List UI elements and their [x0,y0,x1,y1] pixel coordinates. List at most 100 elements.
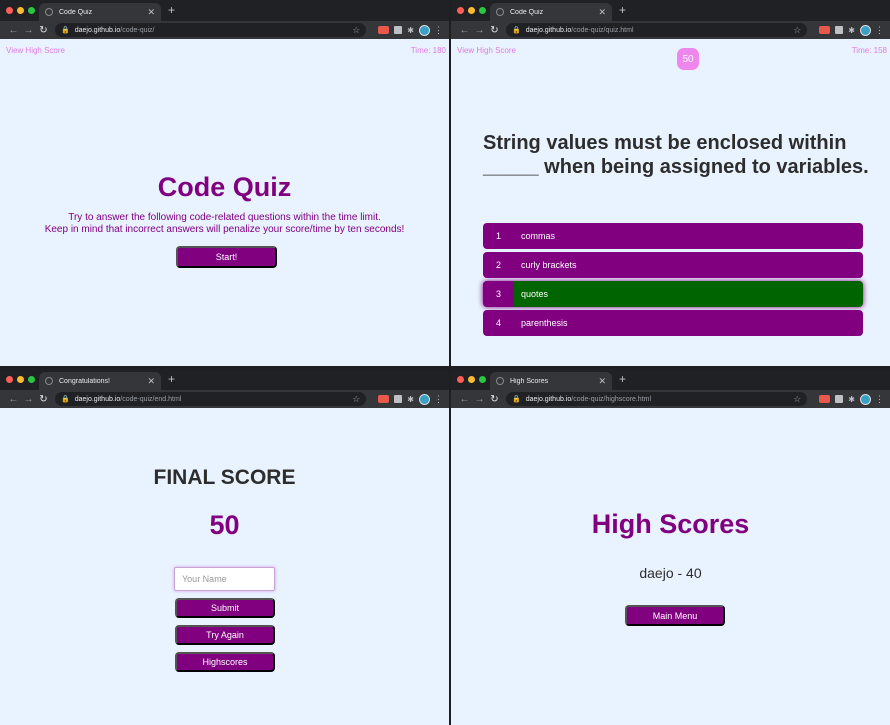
address-bar[interactable]: 🔒 daejo.github.io/code-quiz/ ☆ [55,23,367,37]
main-menu-button[interactable]: Main Menu [625,605,725,626]
try-again-button[interactable]: Try Again [175,625,275,645]
profile-avatar[interactable] [860,393,871,405]
profile-avatar[interactable] [860,24,871,36]
browser-toolbar: ← → ↻ 🔒 daejo.github.io/code-quiz/quiz.h… [451,21,890,39]
url-path: /code-quiz/quiz.html [571,26,634,34]
puzzle-icon[interactable]: ✱ [848,395,855,404]
forward-arrow-icon[interactable]: → [21,25,36,36]
bookmark-star-icon[interactable]: ☆ [352,394,360,405]
highscores-button[interactable]: Highscores [175,652,275,672]
back-arrow-icon[interactable]: ← [6,25,21,36]
tab-bar: Code Quiz ✕ + [451,0,890,21]
answer-button[interactable]: 2 curly brackets [483,252,863,278]
profile-avatar[interactable] [419,24,430,36]
menu-kebab-icon[interactable]: ⋮ [875,394,884,405]
browser-tab[interactable]: Congratulations! ✕ [39,372,161,390]
browser-chrome: High Scores ✕ + ← → ↻ 🔒 daejo.github.io /… [451,369,890,408]
back-arrow-icon[interactable]: ← [457,394,472,405]
extensions-area: ✱ [378,393,430,405]
close-icon[interactable]: ✕ [147,376,155,386]
answer-button[interactable]: 4 parenthesis [483,310,863,336]
extension-icon[interactable] [394,395,403,403]
lock-icon: 🔒 [512,27,521,34]
new-tab-button[interactable]: + [619,4,626,16]
answer-label: commas [521,231,556,241]
question-text: String values must be enclosed within __… [483,132,869,178]
extension-icon[interactable] [835,26,844,34]
minimize-window-button[interactable] [17,376,24,383]
answer-button[interactable]: 1 commas [483,223,863,249]
browser-tab[interactable]: Code Quiz ✕ [490,3,612,21]
intro-text: Try to answer the following code-related… [0,212,449,236]
answer-label: curly brackets [521,260,577,270]
address-bar[interactable]: 🔒 daejo.github.io/code-quiz/end.html ☆ [55,392,367,406]
submit-button[interactable]: Submit [175,598,275,618]
maximize-window-button[interactable] [479,7,486,14]
globe-icon [45,8,53,16]
extension-icon[interactable] [378,395,390,403]
close-icon[interactable]: ✕ [147,7,155,17]
close-window-button[interactable] [457,7,464,14]
new-tab-button[interactable]: + [168,373,175,385]
globe-icon [496,377,504,385]
back-arrow-icon[interactable]: ← [6,394,21,405]
url-path: /code-quiz/ [120,26,155,34]
back-arrow-icon[interactable]: ← [457,25,472,36]
forward-arrow-icon[interactable]: → [472,25,487,36]
address-bar[interactable]: 🔒 daejo.github.io/code-quiz/quiz.html ☆ [506,23,808,37]
menu-kebab-icon[interactable]: ⋮ [434,25,443,36]
maximize-window-button[interactable] [479,376,486,383]
extension-icon[interactable] [394,26,403,34]
profile-avatar[interactable] [419,393,430,405]
browser-chrome: Congratulations! ✕ + ← → ↻ 🔒 daejo.githu… [0,369,449,408]
puzzle-icon[interactable]: ✱ [848,26,855,35]
browser-tab[interactable]: Code Quiz ✕ [39,3,161,21]
page-content: View High Score 50 Time: 158 String valu… [451,39,890,366]
new-tab-button[interactable]: + [168,4,175,16]
close-icon[interactable]: ✕ [598,7,606,17]
browser-tab[interactable]: High Scores ✕ [490,372,612,390]
bookmark-star-icon[interactable]: ☆ [793,25,801,36]
address-bar[interactable]: 🔒 daejo.github.io/code-quiz/highscore.ht… [506,392,808,406]
puzzle-icon[interactable]: ✱ [407,395,414,404]
extensions-area: ✱ [819,24,871,36]
tab-title: High Scores [510,377,549,385]
maximize-window-button[interactable] [28,7,35,14]
name-input[interactable] [174,567,275,591]
page-content: High Scores daejo - 40 Main Menu [451,408,890,725]
minimize-window-button[interactable] [468,376,475,383]
menu-kebab-icon[interactable]: ⋮ [875,25,884,36]
reload-icon[interactable]: ↻ [36,394,51,405]
extension-icon[interactable] [835,395,844,403]
extension-icon[interactable] [378,26,390,34]
extension-icon[interactable] [819,26,831,34]
lock-icon: 🔒 [512,396,521,403]
maximize-window-button[interactable] [28,376,35,383]
close-window-button[interactable] [6,376,13,383]
bookmark-star-icon[interactable]: ☆ [793,394,801,405]
reload-icon[interactable]: ↻ [487,25,502,36]
close-icon[interactable]: ✕ [598,376,606,386]
view-high-score-link[interactable]: View High Score [457,46,516,55]
tab-title: Congratulations! [59,377,110,385]
minimize-window-button[interactable] [17,7,24,14]
reload-icon[interactable]: ↻ [487,394,502,405]
bookmark-star-icon[interactable]: ☆ [352,25,360,36]
window-controls [6,7,35,14]
reload-icon[interactable]: ↻ [36,25,51,36]
new-tab-button[interactable]: + [619,373,626,385]
puzzle-icon[interactable]: ✱ [407,26,414,35]
close-window-button[interactable] [457,376,464,383]
browser-window-end: Congratulations! ✕ + ← → ↻ 🔒 daejo.githu… [0,369,449,725]
answer-button-correct[interactable]: 3 quotes [483,281,863,307]
minimize-window-button[interactable] [468,7,475,14]
forward-arrow-icon[interactable]: → [472,394,487,405]
forward-arrow-icon[interactable]: → [21,394,36,405]
close-window-button[interactable] [6,7,13,14]
menu-kebab-icon[interactable]: ⋮ [434,394,443,405]
url-path: /code-quiz/end.html [120,395,182,403]
extension-icon[interactable] [819,395,831,403]
start-button[interactable]: Start! [176,246,277,268]
view-high-score-link[interactable]: View High Score [6,46,65,55]
url-host: daejo.github.io [525,395,572,403]
